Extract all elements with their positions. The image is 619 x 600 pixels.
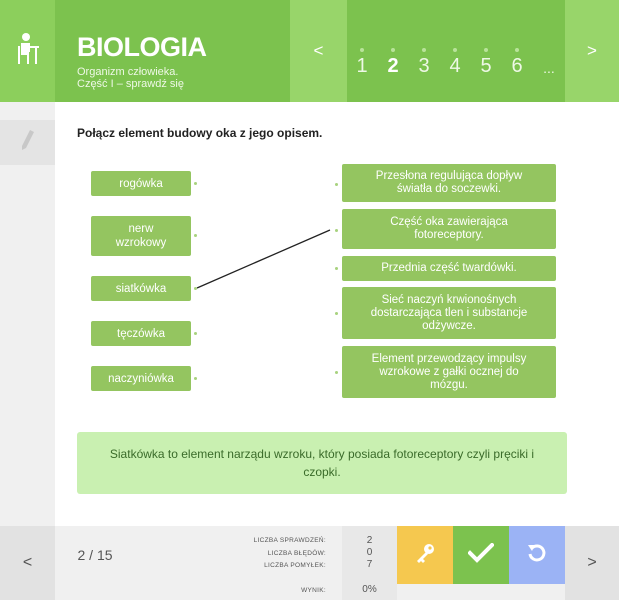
stat-value-result: 0% xyxy=(362,584,377,595)
left-connector-dot[interactable] xyxy=(194,332,197,335)
footer-next-button[interactable]: > xyxy=(565,526,619,600)
right-item-5[interactable]: Element przewodzący impulsy wzrokowe z g… xyxy=(342,346,556,398)
stat-value-errors: 0 xyxy=(366,547,373,558)
left-item-nerw-wzrokowy[interactable]: nerw wzrokowy xyxy=(91,216,191,256)
left-connector-dot[interactable] xyxy=(194,377,197,380)
left-connector-dot[interactable] xyxy=(194,182,197,185)
left-connector-dot[interactable] xyxy=(194,287,197,290)
footer-prev-button[interactable]: < xyxy=(0,526,55,600)
connection-line xyxy=(196,229,331,289)
stat-value-checks: 2 xyxy=(366,535,373,546)
checkmark-icon xyxy=(467,541,495,568)
right-item-3[interactable]: Przednia część twardówki. xyxy=(342,256,556,281)
right-item-1[interactable]: Przesłona regulująca dopływ światła do s… xyxy=(342,164,556,202)
right-connector-dot[interactable] xyxy=(335,183,338,186)
show-answer-button[interactable] xyxy=(397,526,453,584)
right-item-2[interactable]: Część oka zawierająca fotoreceptory. xyxy=(342,209,556,249)
right-connector-dot[interactable] xyxy=(335,371,338,374)
left-item-teczowka[interactable]: tęczówka xyxy=(91,321,191,346)
right-connector-dot[interactable] xyxy=(335,229,338,232)
stat-label-errors: LICZBA BŁĘDÓW: xyxy=(267,550,326,557)
right-item-4[interactable]: Sieć naczyń krwionośnych dostarczająca t… xyxy=(342,287,556,339)
left-connector-dot[interactable] xyxy=(194,234,197,237)
key-icon xyxy=(414,542,436,569)
stat-label-result: WYNIK: xyxy=(301,587,326,594)
stat-label-mistakes: LICZBA POMYŁEK: xyxy=(264,562,326,569)
right-connector-dot[interactable] xyxy=(335,312,338,315)
left-item-siatkowka[interactable]: siatkówka xyxy=(91,276,191,301)
reset-icon xyxy=(526,542,548,569)
left-item-rogowka[interactable]: rogówka xyxy=(91,171,191,196)
stat-value-mistakes: 7 xyxy=(366,559,373,570)
reset-button[interactable] xyxy=(509,526,565,584)
check-answer-button[interactable] xyxy=(453,526,509,584)
right-connector-dot[interactable] xyxy=(335,267,338,270)
stat-label-checks: LICZBA SPRAWDZEŃ: xyxy=(253,537,326,544)
exercise-counter: 2 / 15 xyxy=(77,547,113,563)
left-item-naczyniowka[interactable]: naczyniówka xyxy=(91,366,191,391)
feedback-box: Siatkówka to element narządu wzroku, któ… xyxy=(77,432,567,494)
